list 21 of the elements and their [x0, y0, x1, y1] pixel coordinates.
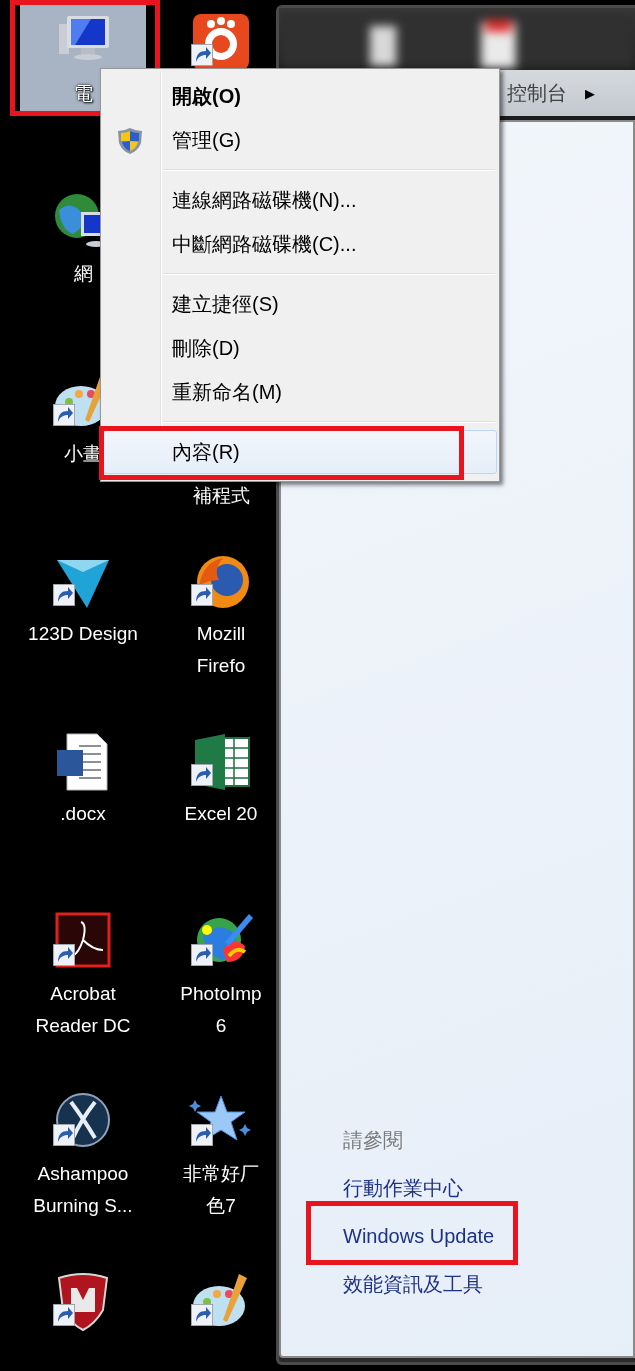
menu-item[interactable]: 連線網路磁碟機(N)...	[103, 178, 497, 222]
desktop-icon-item[interactable]: 123D Design	[20, 544, 146, 654]
menu-item[interactable]: 重新命名(M)	[103, 370, 497, 414]
desktop-icon-item[interactable]: Acrobat Reader DC	[20, 904, 146, 1046]
desktop-icon-item[interactable]: Mozill Firefo	[181, 544, 261, 686]
desktop-icon-item[interactable]: .docx	[20, 724, 146, 834]
section-heading: 請參閱	[343, 1127, 403, 1153]
menu-item[interactable]: 管理(G)	[103, 118, 497, 162]
menu-item[interactable]: 內容(R)	[103, 430, 497, 474]
desktop-icon-item[interactable]: Excel 20	[176, 724, 266, 834]
desktop-icon-item[interactable]: Ashampoo Burning S...	[20, 1084, 146, 1226]
desktop-icon-item[interactable]: PhotoImp 6	[172, 904, 270, 1046]
breadcrumb-item[interactable]: 控制台	[507, 79, 567, 107]
menu-item[interactable]: 建立捷徑(S)	[103, 282, 497, 326]
desktop-icon-item[interactable]: 非常好厂 色7	[175, 1084, 267, 1226]
menu-item[interactable]: 中斷網路磁碟機(C)...	[103, 222, 497, 266]
breadcrumb-separator[interactable]: ▶	[585, 85, 595, 101]
link[interactable]: 行動作業中心	[343, 1164, 463, 1212]
link[interactable]: 效能資訊及工具	[343, 1260, 483, 1308]
menu-item[interactable]: 刪除(D)	[103, 326, 497, 370]
link[interactable]: Windows Update	[343, 1212, 495, 1260]
